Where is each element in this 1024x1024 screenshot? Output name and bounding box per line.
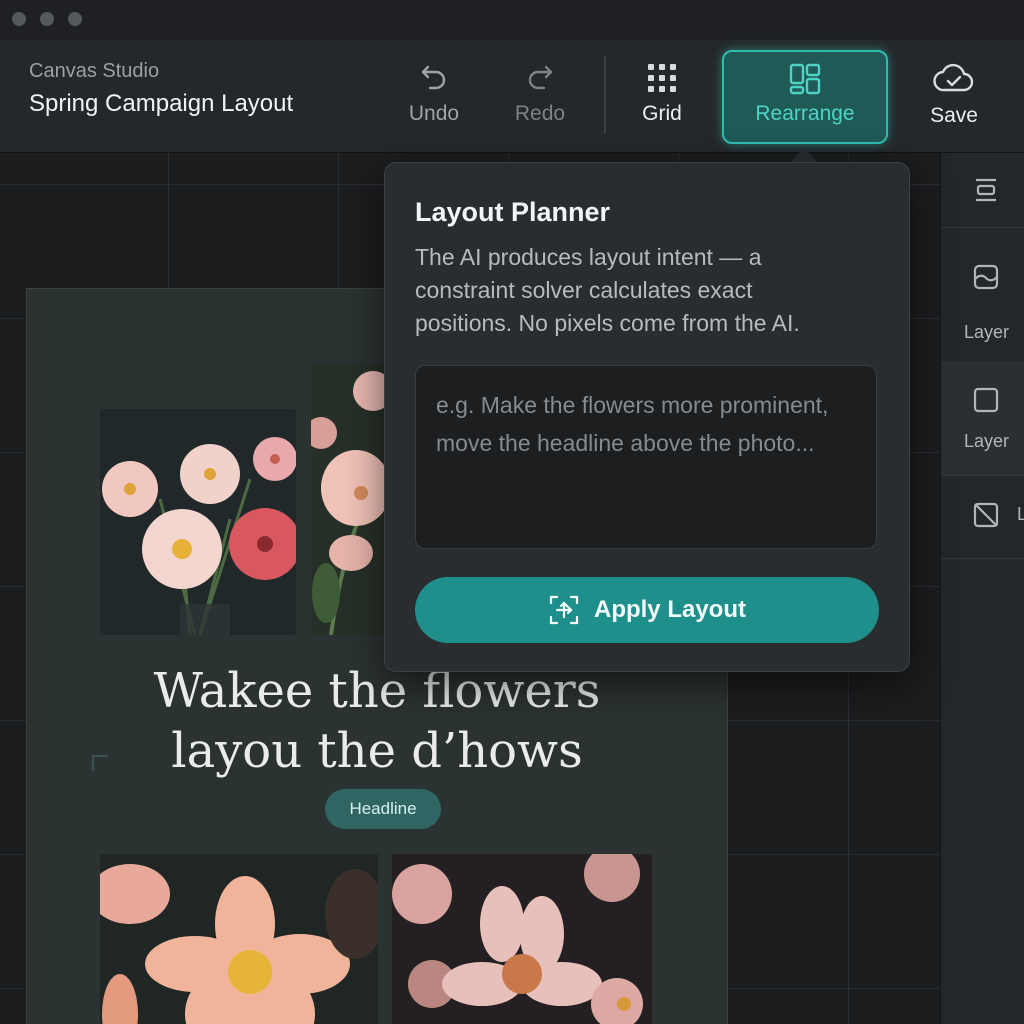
apply-layout-label: Apply Layout [593,596,746,623]
sidebar-item-layer-image[interactable]: Layer [941,228,1024,363]
window-titlebar [0,0,1024,40]
headline-line-2: layou the d’hows [171,723,583,779]
flower-bouquet-photo[interactable] [100,409,296,635]
app-name: Canvas Studio [29,60,160,82]
pink-flowers-photo[interactable] [311,363,391,635]
redo-icon [528,65,553,90]
peach-flower-photo[interactable] [100,854,378,1024]
popover-arrow [790,148,818,163]
save-button[interactable]: Save [906,52,1002,144]
close-window-button[interactable] [12,12,26,26]
sidebar-item-placeholder[interactable]: L [941,476,1024,559]
placeholder-icon [973,502,999,528]
redo-label: Redo [514,102,566,125]
sidebar-item-layer-square[interactable]: Layer [941,363,1024,476]
headline-badge: Headline [325,789,441,829]
sidebar-item-label: L [1017,504,1024,524]
redo-button[interactable]: Redo [492,52,588,144]
grid-icon [648,64,676,92]
sidebar-item-label: Layer [964,431,1010,451]
sidebar-item-label: Layer [964,322,1010,342]
align-icon [976,178,996,202]
square-layer-icon [973,387,999,413]
layout-icon [789,63,821,95]
rearrange-label: Rearrange [755,102,855,125]
minimize-window-button[interactable] [40,12,54,26]
grid-button[interactable]: Grid [614,52,710,144]
undo-button[interactable]: Undo [386,52,482,144]
undo-label: Undo [408,102,460,125]
toolbar-divider [604,56,606,134]
popover-description: The AI produces layout intent — a constr… [415,244,800,336]
popover-title: Layout Planner [415,197,611,227]
image-layer-icon [973,264,999,290]
save-label: Save [930,104,978,127]
rearrange-button[interactable]: Rearrange [722,50,888,144]
layers-sidebar: Layer Layer L [940,153,1024,1024]
undo-icon [421,65,446,90]
sidebar-item-align[interactable] [941,153,1024,228]
focus-move-icon [549,595,579,625]
apply-layout-button[interactable]: Apply Layout [415,577,879,643]
layout-planner-popover: Layout Planner The AI produces layout in… [384,162,910,672]
blush-flowers-photo[interactable] [392,854,652,1024]
cloud-check-icon [933,63,974,92]
top-toolbar: Canvas Studio Spring Campaign Layout Und… [0,40,1024,153]
headline-text[interactable]: Wakee the flowers layou the d’hows [97,661,657,781]
document-title: Spring Campaign Layout [29,90,294,117]
layout-prompt-input[interactable] [415,365,877,549]
grid-label: Grid [642,102,682,125]
maximize-window-button[interactable] [68,12,82,26]
